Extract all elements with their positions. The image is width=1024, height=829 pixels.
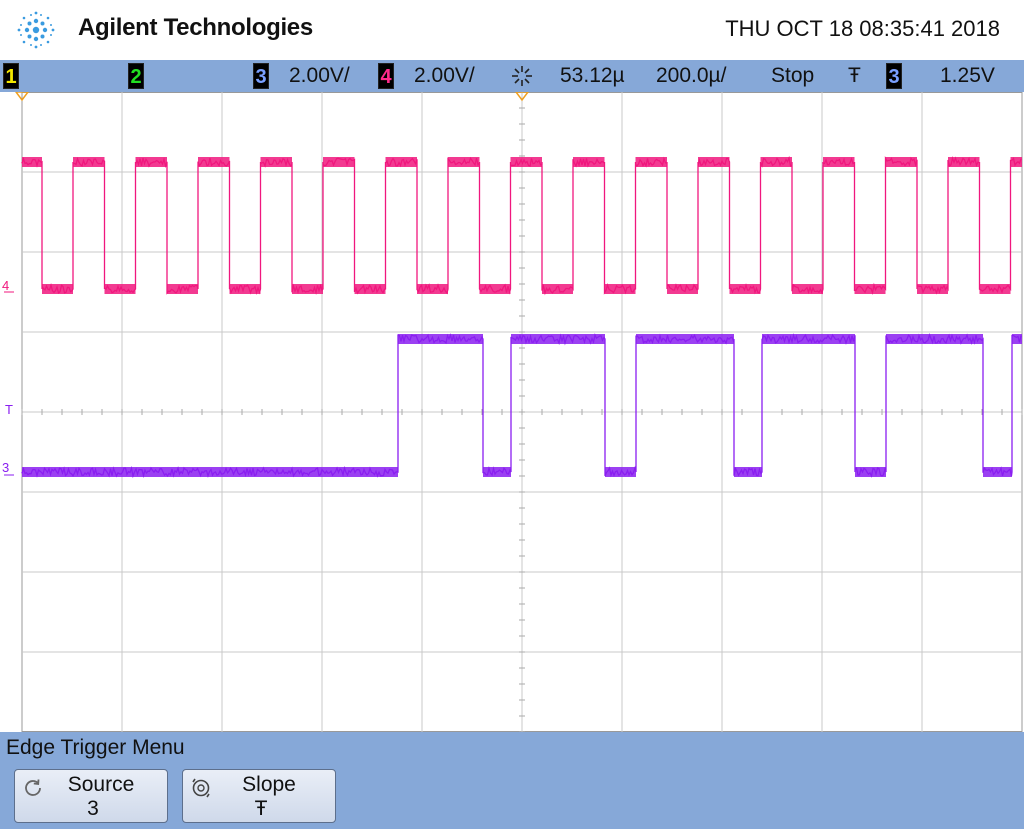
trigger-level-value: 1.25V xyxy=(940,64,995,87)
channel-3-waveform-band xyxy=(762,334,855,344)
trigger-level-marker[interactable]: T xyxy=(5,402,13,417)
channel-4-waveform-band xyxy=(854,284,886,294)
channel-3-waveform-band xyxy=(22,467,398,477)
softkey-menu: Edge Trigger Menu Source 3 Slope Ŧ xyxy=(0,732,1024,829)
channel-4-waveform-band xyxy=(323,157,355,167)
channel-4-waveform-band xyxy=(1010,157,1022,167)
channel-3-waveform-band xyxy=(734,467,762,477)
source-softkey-value: 3 xyxy=(87,797,99,820)
date-time-display: THU OCT 18 08:35:41 2018 xyxy=(725,16,1000,41)
graticule xyxy=(4,92,1023,732)
brand-name: Agilent Technologies xyxy=(78,14,313,41)
channel-4-waveform-band xyxy=(135,157,167,167)
channel-4-waveform-band xyxy=(698,157,730,167)
delay-sparkle-icon xyxy=(512,66,532,86)
channel-4-waveform-band xyxy=(479,284,511,294)
channel-4-waveform-band xyxy=(354,284,386,294)
channel-3-waveform-band xyxy=(983,467,1012,477)
channel-4-waveform-band xyxy=(729,284,761,294)
trigger-source-indicator: 3 xyxy=(886,63,902,89)
channel-4-waveform-band xyxy=(979,284,1011,294)
trigger-slope-indicator: Ŧ xyxy=(848,64,861,87)
channel-4-waveform-band xyxy=(167,284,198,294)
channel-1-indicator[interactable]: 1 xyxy=(3,63,19,89)
timebase-value: 200.0µ/ xyxy=(656,64,727,87)
waveform-display[interactable]: 4 T 3 xyxy=(0,92,1024,732)
channel-4-waveform-band xyxy=(542,284,573,294)
channel-3-waveform-band xyxy=(605,467,636,477)
channel-4-waveform-band xyxy=(104,284,136,294)
source-softkey[interactable]: Source 3 xyxy=(14,769,168,823)
channel-3-waveform-band xyxy=(398,334,483,344)
channel-3-scale: 2.00V/ xyxy=(289,64,350,87)
channel-2-indicator[interactable]: 2 xyxy=(128,63,144,89)
source-softkey-label: Source xyxy=(67,773,135,796)
channel-4-waveform-band xyxy=(385,157,417,167)
slope-softkey[interactable]: Slope Ŧ xyxy=(182,769,336,823)
channel-4-waveform-band xyxy=(510,157,542,167)
slope-softkey-label: Slope xyxy=(242,773,296,796)
channel-4-waveform-band xyxy=(823,157,855,167)
channel-4-waveform-band xyxy=(573,157,605,167)
time-delay-value: 53.12µ xyxy=(560,64,625,87)
menu-title: Edge Trigger Menu xyxy=(6,736,185,759)
agilent-spark-logo-icon xyxy=(17,11,55,49)
channel-3-waveform-band xyxy=(855,467,886,477)
channel-3-indicator[interactable]: 3 xyxy=(253,63,269,89)
channel-4-indicator[interactable]: 4 xyxy=(378,63,394,89)
channel-3-waveform-band xyxy=(511,334,605,344)
run-stop-state: Stop xyxy=(771,64,815,87)
channel-4-waveform-band xyxy=(417,284,448,294)
channel-status-bar: 1 2 3 2.00V/ 4 2.00V/ 53.12µ 200.0µ/ Sto… xyxy=(0,60,1024,92)
channel-4-waveform-band xyxy=(948,157,980,167)
channel-4-waveform-band xyxy=(73,157,105,167)
channel-3-waveform-band xyxy=(636,334,734,344)
header-bar: Agilent Technologies THU OCT 18 08:35:41… xyxy=(0,0,1024,60)
channel-4-waveform-band xyxy=(22,157,42,167)
channel-4-waveform-band xyxy=(760,157,792,167)
channel-4-waveform-band xyxy=(448,157,480,167)
channel-4-waveform-band xyxy=(917,284,948,294)
channel-4-waveform-band xyxy=(667,284,698,294)
channel-3-ground-marker[interactable]: 3 xyxy=(2,460,9,475)
channel-3-waveform-band xyxy=(483,467,511,477)
channel-4-waveform-band xyxy=(292,284,323,294)
channel-4-waveform-band xyxy=(198,157,230,167)
channel-3-waveform-band xyxy=(886,334,983,344)
channel-4-waveform-band xyxy=(42,284,73,294)
channel-4-scale: 2.00V/ xyxy=(414,64,475,87)
channel-4-waveform-band xyxy=(792,284,823,294)
channel-3-waveform-band xyxy=(1012,334,1022,344)
channel-4-waveform-band xyxy=(604,284,636,294)
channel-4-waveform-band xyxy=(885,157,917,167)
slope-softkey-value: Ŧ xyxy=(254,797,268,820)
channel-4-ground-marker[interactable]: 4 xyxy=(2,278,9,293)
channel-4-waveform-band xyxy=(229,284,261,294)
channel-4-waveform-band xyxy=(260,157,292,167)
channel-4-waveform-band xyxy=(635,157,667,167)
